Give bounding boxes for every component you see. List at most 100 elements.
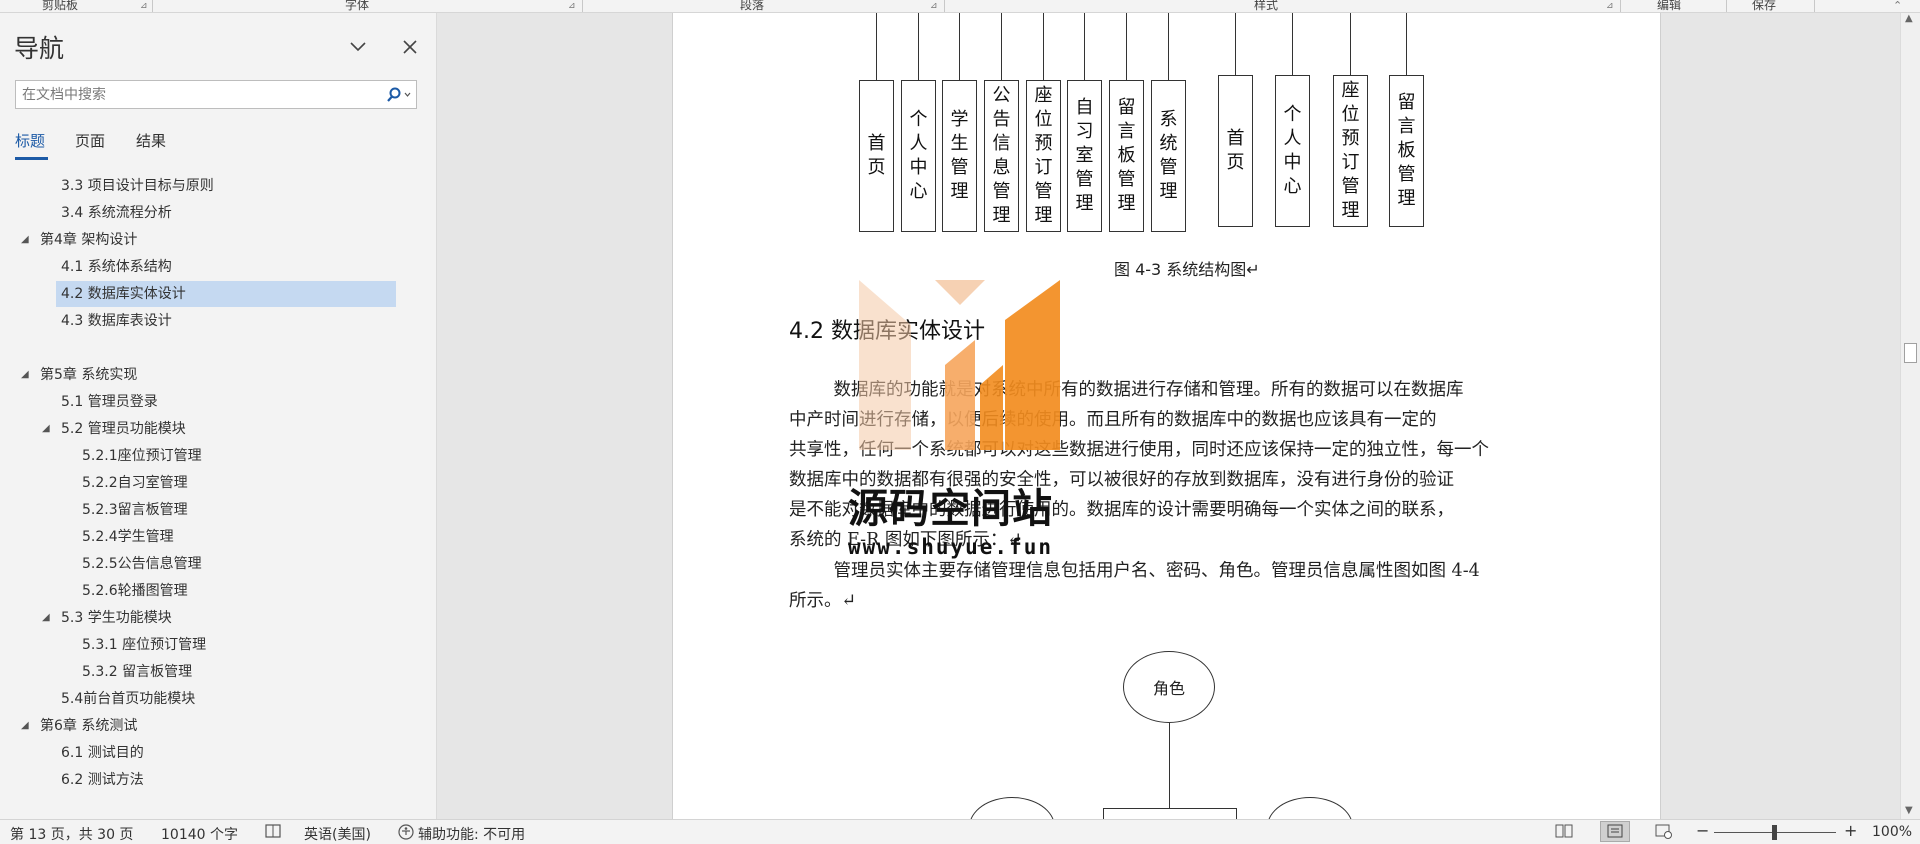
collapse-ribbon-icon[interactable]: ⌃ — [1893, 0, 1902, 12]
paragraph-line: 数据库的功能就是对系统中所有的数据进行存储和管理。所有的数据可以在数据库 — [789, 380, 1464, 400]
proofing-icon[interactable] — [265, 823, 283, 843]
nav-heading-item[interactable]: 4.3 数据库表设计 — [0, 308, 437, 334]
status-bar: 第 13 页，共 30 页 10140 个字 英语(美国) 辅助功能: 不可用 … — [0, 819, 1920, 844]
dialog-launcher-icon[interactable]: ⊿ — [1606, 1, 1614, 11]
web-layout-button[interactable] — [1655, 823, 1673, 843]
diagram-module-box: 系 统 管 理 — [1151, 80, 1186, 232]
diagram-module-label: 座 位 预 订 管 理 — [1341, 80, 1360, 221]
nav-heading-label: 5.4前台首页功能模块 — [61, 691, 196, 707]
nav-heading-item[interactable]: 5.2.4学生管理 — [0, 524, 437, 550]
nav-heading-label: 6.1 测试目的 — [61, 745, 144, 761]
diagram-module-label: 座 位 预 订 管 理 — [1034, 85, 1053, 226]
nav-options-button[interactable] — [346, 35, 370, 59]
nav-heading-item[interactable]: 5.2.3留言板管理 — [0, 497, 437, 523]
nav-heading-item[interactable]: 5.4前台首页功能模块 — [0, 686, 437, 712]
nav-heading-item[interactable]: ◢ 5.2 管理员功能模块 — [0, 416, 437, 442]
collapse-triangle-icon[interactable]: ◢ — [21, 713, 29, 739]
nav-heading-item[interactable]: 6.1 测试目的 — [0, 740, 437, 766]
collapse-triangle-icon[interactable]: ◢ — [42, 416, 50, 442]
nav-heading-item[interactable]: 4.1 系统体系结构 — [0, 254, 437, 280]
collapse-triangle-icon[interactable]: ◢ — [42, 605, 50, 631]
read-mode-button[interactable] — [1555, 823, 1573, 843]
search-button[interactable] — [383, 84, 413, 106]
nav-heading-item[interactable]: 5.2.2自习室管理 — [0, 470, 437, 496]
zoom-slider-thumb[interactable] — [1772, 825, 1777, 840]
diagram-module-label: 留 言 板 管 理 — [1397, 92, 1416, 209]
accessibility-status[interactable]: 辅助功能: 不可用 — [418, 824, 525, 844]
dialog-launcher-icon[interactable]: ⊿ — [140, 1, 148, 11]
nav-heading-item[interactable]: ◢ 5.3 学生功能模块 — [0, 605, 437, 631]
diagram-module-box: 首 页 — [1218, 75, 1253, 227]
diagram-module-label: 个 人 中 心 — [1283, 104, 1302, 197]
zoom-in-button[interactable]: + — [1844, 821, 1857, 840]
collapse-triangle-icon[interactable]: ◢ — [21, 227, 29, 253]
ribbon-divider — [1726, 0, 1727, 12]
diagram-module-label: 个 人 中 心 — [909, 109, 928, 202]
nav-heading-item[interactable]: 5.1 管理员登录 — [0, 389, 437, 415]
word-count[interactable]: 10140 个字 — [161, 824, 238, 844]
nav-heading-item[interactable]: 5.3.2 留言板管理 — [0, 659, 437, 685]
nav-heading-item[interactable]: ◢ 第5章 系统实现 — [0, 362, 437, 388]
nav-heading-label: 第5章 系统实现 — [40, 367, 138, 383]
nav-heading-item[interactable]: 5.2.5公告信息管理 — [0, 551, 437, 577]
read-mode-icon — [1555, 824, 1573, 838]
diagram-module-box: 座 位 预 订 管 理 — [1333, 75, 1368, 227]
diagram-connector-line — [1406, 13, 1407, 75]
zoom-out-button[interactable]: − — [1696, 821, 1709, 840]
diagram-connector-line — [1292, 13, 1293, 75]
tab-results[interactable]: 结果 — [136, 130, 166, 151]
nav-heading-label: 第4章 架构设计 — [40, 232, 138, 248]
er-entity-box — [1103, 808, 1237, 819]
nav-heading-item[interactable]: 6.2 测试方法 — [0, 767, 437, 793]
diagram-module-box: 个 人 中 心 — [901, 80, 936, 232]
nav-heading-item[interactable]: 3.3 项目设计目标与原则 — [0, 173, 437, 199]
nav-heading-label: 6.2 测试方法 — [61, 772, 144, 788]
nav-close-button[interactable] — [398, 35, 422, 59]
heading-list: 3.3 项目设计目标与原则 3.4 系统流程分析 ◢ 第4章 架构设计 4.1 系统体系… — [0, 173, 437, 815]
scrollbar-thumb[interactable] — [1904, 343, 1917, 363]
nav-heading-item[interactable]: 5.2.6轮播图管理 — [0, 578, 437, 604]
dialog-launcher-icon[interactable]: ⊿ — [930, 1, 938, 11]
nav-heading-item[interactable]: ◢ 第6章 系统测试 — [0, 713, 437, 739]
diagram-module-label: 学 生 管 理 — [950, 109, 969, 202]
tab-pages[interactable]: 页面 — [75, 130, 105, 151]
scroll-up-icon[interactable]: ▲ — [1905, 13, 1913, 24]
nav-heading-label: 5.3.1 座位预订管理 — [82, 637, 207, 653]
selection-highlight — [35, 335, 396, 361]
nav-heading-item[interactable]: 4.2 数据库实体设计 — [0, 281, 437, 307]
diagram-module-box: 首 页 — [859, 80, 894, 232]
nav-heading-label: 4.3 数据库表设计 — [61, 313, 172, 329]
search-input[interactable] — [22, 85, 372, 105]
print-layout-button[interactable] — [1600, 821, 1630, 842]
diagram-module-box: 个 人 中 心 — [1275, 75, 1310, 227]
nav-heading-item[interactable]: 3.4 系统流程分析 — [0, 200, 437, 226]
page-count[interactable]: 第 13 页，共 30 页 — [10, 824, 133, 844]
ribbon-group-paragraph: 段落 — [740, 0, 765, 12]
diagram-module-label: 公 告 信 息 管 理 — [992, 85, 1011, 226]
nav-heading-item[interactable]: 5.3.1 座位预订管理 — [0, 632, 437, 658]
zoom-level[interactable]: 100% — [1872, 824, 1912, 840]
ribbon-group-clipboard: 剪贴板 — [42, 0, 79, 12]
language-indicator[interactable]: 英语(美国) — [304, 824, 371, 844]
diagram-module-box: 自 习 室 管 理 — [1067, 80, 1102, 232]
ribbon-divider — [1814, 0, 1815, 12]
nav-heading-label: 5.2.1座位预订管理 — [82, 448, 202, 464]
accessibility-icon — [397, 823, 415, 844]
dialog-launcher-icon[interactable]: ⊿ — [568, 1, 576, 11]
document-area: 首 页个 人 中 心学 生 管 理公 告 信 息 管 理座 位 预 订 管 理自… — [438, 13, 1900, 819]
nav-pane-title: 导航 — [14, 34, 65, 63]
vertical-scrollbar[interactable]: ▲ ▼ — [1900, 13, 1920, 819]
nav-heading-label: 5.1 管理员登录 — [61, 394, 158, 410]
ribbon-group-font: 字体 — [345, 0, 370, 12]
er-attribute-ellipse — [969, 797, 1055, 819]
nav-heading-item[interactable] — [0, 335, 437, 361]
collapse-triangle-icon[interactable]: ◢ — [21, 362, 29, 388]
close-icon — [403, 40, 417, 54]
scroll-down-icon[interactable]: ▼ — [1905, 805, 1913, 816]
diagram-connector-line — [1084, 13, 1085, 80]
tab-headings[interactable]: 标题 — [15, 130, 45, 151]
ribbon-group-styles: 样式 — [1254, 0, 1279, 12]
nav-heading-label: 5.2 管理员功能模块 — [61, 421, 186, 437]
nav-heading-item[interactable]: ◢ 第4章 架构设计 — [0, 227, 437, 253]
nav-heading-item[interactable]: 5.2.1座位预订管理 — [0, 443, 437, 469]
